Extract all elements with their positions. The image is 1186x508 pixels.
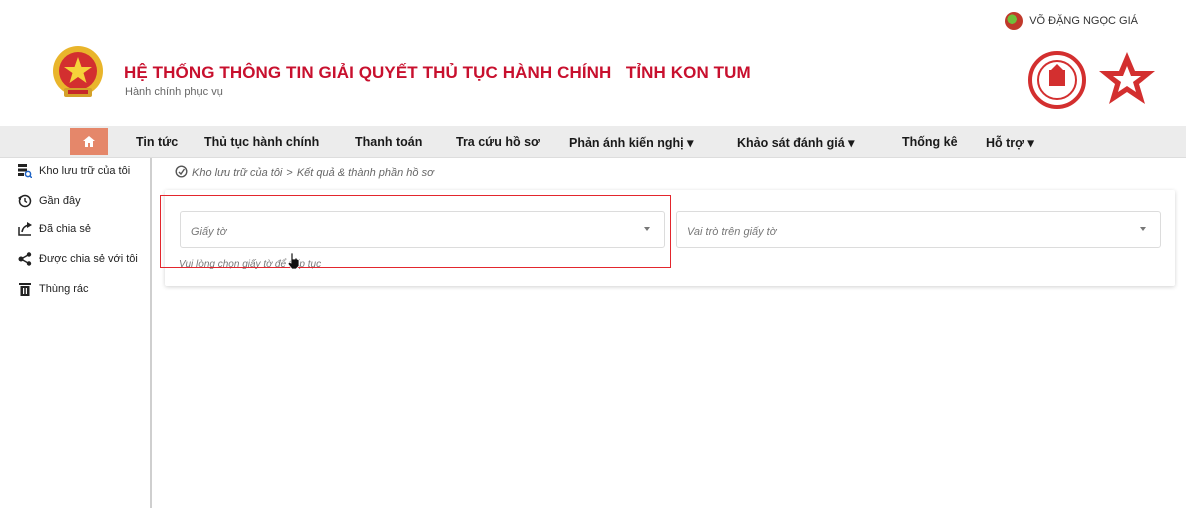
- nav-item-statistics[interactable]: Thống kê: [902, 135, 958, 149]
- sidebar-item-trash[interactable]: Thùng rác: [18, 282, 89, 296]
- sidebar-item-my-storage[interactable]: Kho lưu trữ của tôi: [18, 164, 130, 178]
- breadcrumb-current: Kết quả & thành phần hồ sơ: [296, 167, 434, 179]
- chevron-down-icon: [1140, 227, 1146, 231]
- sidebar-item-label: Gần đây: [39, 195, 81, 207]
- nav-item-lookup[interactable]: Tra cứu hồ sơ: [456, 135, 540, 149]
- nav-item-survey[interactable]: Khảo sát đánh giá ▾: [737, 135, 854, 150]
- home-icon: [83, 136, 95, 147]
- national-emblem-icon[interactable]: [50, 44, 106, 104]
- site-subtitle: Hành chính phục vụ: [125, 86, 223, 98]
- breadcrumb: Kho lưu trữ của tôi > Kết quả & thành ph…: [175, 165, 434, 181]
- user-menu[interactable]: VÕ ĐẶNG NGỌC GIÁ: [1005, 12, 1138, 30]
- user-avatar-icon: [1005, 12, 1024, 30]
- role-select[interactable]: Vai trò trên giấy tờ: [676, 211, 1161, 248]
- storage-icon: [18, 164, 32, 178]
- nav-item-support[interactable]: Hỗ trợ ▾: [986, 135, 1034, 150]
- role-select-placeholder: Vai trò trên giấy tờ: [687, 226, 777, 238]
- highlight-box: [160, 195, 671, 268]
- partner-logos-icon: [1028, 51, 1155, 109]
- sidebar-item-shared[interactable]: Đã chia sẻ: [18, 222, 91, 236]
- shared-with-me-icon: [18, 252, 32, 266]
- nav-item-feedback[interactable]: Phản ánh kiến nghị ▾: [569, 135, 693, 150]
- sidebar-item-shared-with-me[interactable]: Được chia sẻ với tôi: [18, 252, 138, 266]
- sidebar-item-recent[interactable]: Gần đây: [18, 194, 81, 208]
- breadcrumb-root-link[interactable]: Kho lưu trữ của tôi: [192, 167, 282, 179]
- site-title[interactable]: HỆ THỐNG THÔNG TIN GIẢI QUYẾT THỦ TỤC HÀ…: [124, 63, 751, 83]
- sidebar-item-label: Được chia sẻ với tôi: [39, 253, 138, 265]
- share-out-icon: [18, 222, 32, 236]
- user-name: VÕ ĐẶNG NGỌC GIÁ: [1029, 15, 1138, 27]
- breadcrumb-icon: [175, 165, 188, 181]
- top-bar: VÕ ĐẶNG NGỌC GIÁ: [0, 0, 1186, 38]
- trash-icon: [18, 282, 32, 296]
- sidebar: [0, 158, 152, 508]
- sidebar-item-label: Đã chia sẻ: [39, 223, 91, 235]
- sidebar-item-label: Thùng rác: [39, 283, 89, 295]
- nav-item-procedures[interactable]: Thủ tục hành chính: [204, 135, 319, 149]
- page: VÕ ĐẶNG NGỌC GIÁ HỆ THỐNG THÔNG TIN GIẢI…: [0, 0, 1186, 508]
- nav-item-news[interactable]: Tin tức: [136, 135, 178, 149]
- sidebar-item-label: Kho lưu trữ của tôi: [39, 165, 131, 177]
- nav-item-payment[interactable]: Thanh toán: [355, 135, 422, 149]
- home-button[interactable]: [70, 128, 108, 155]
- history-icon: [18, 194, 32, 208]
- breadcrumb-separator: >: [286, 167, 293, 179]
- hand-cursor-icon: [287, 252, 300, 270]
